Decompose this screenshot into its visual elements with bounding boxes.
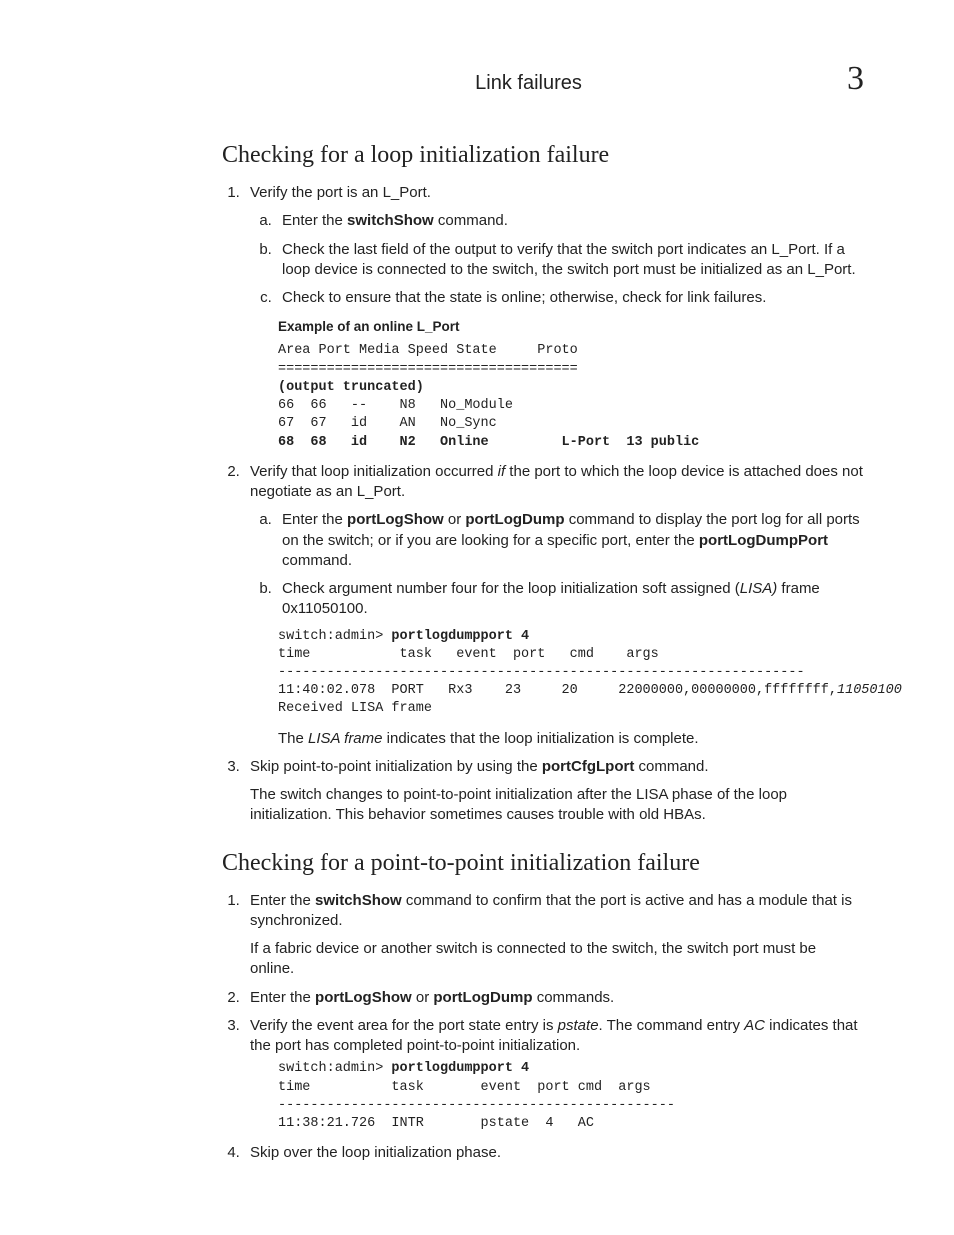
- t: LISA): [740, 580, 778, 597]
- cmd-switchshow: switchShow: [347, 212, 434, 229]
- p2p-step-2: Enter the portLogShow or portLogDump com…: [244, 988, 864, 1008]
- step-1-text: Verify the port is an L_Port.: [250, 184, 431, 201]
- cmd-portlogdump: portLogDump: [433, 989, 532, 1006]
- step-2b: Check argument number four for the loop …: [276, 579, 864, 620]
- t: Verify the event area for the port state…: [250, 1017, 558, 1034]
- chapter-number: 3: [847, 60, 864, 98]
- code-prompt: switch:admin>: [278, 1061, 391, 1076]
- page: Link failures 3 Checking for a loop init…: [0, 0, 954, 1232]
- t: Enter the: [282, 212, 347, 229]
- cmd-portcfglport: portCfgLport: [542, 758, 634, 775]
- code-line: 68 68 id N2 Online L-Port 13 public: [278, 435, 699, 450]
- step-1-sub: Enter the switchShow command. Check the …: [250, 211, 864, 308]
- step-1c: Check to ensure that the state is online…: [276, 288, 864, 308]
- t: LISA frame: [308, 730, 382, 747]
- t: or: [412, 989, 434, 1006]
- t: or: [444, 511, 466, 528]
- t: command.: [282, 552, 352, 569]
- p2p-step-3: Verify the event area for the port state…: [244, 1016, 864, 1133]
- code-cmd: portlogdumpport 4: [391, 1061, 529, 1076]
- code-line: =====================================: [278, 362, 578, 377]
- step-2-sub: Enter the portLogShow or portLogDump com…: [250, 510, 864, 619]
- t: Verify that loop initialization occurred: [250, 463, 498, 480]
- cmd-portlogshow: portLogShow: [347, 511, 444, 528]
- code-line: 11050100: [837, 683, 902, 698]
- t: indicates that the loop initialization i…: [383, 730, 699, 747]
- code-block-pstate: switch:admin> portlogdumpport 4 time tas…: [278, 1060, 864, 1133]
- cmd-portlogdumpport: portLogDumpPort: [699, 532, 828, 549]
- example-label: Example of an online L_Port: [278, 318, 864, 336]
- t: command.: [634, 758, 708, 775]
- code-line: time task event port cmd args: [278, 647, 659, 662]
- loop-steps: Verify the port is an L_Port. Enter the …: [222, 183, 864, 826]
- code-line: Area Port Media Speed State Proto: [278, 343, 578, 358]
- p2p-step-1: Enter the switchShow command to confirm …: [244, 891, 864, 980]
- t: The: [278, 730, 308, 747]
- step-1b: Check the last field of the output to ve…: [276, 240, 864, 281]
- code-line: 66 66 -- N8 No_Module: [278, 398, 513, 413]
- t: Enter the: [282, 511, 347, 528]
- code-block-lport: Area Port Media Speed State Proto ======…: [278, 342, 864, 451]
- code-line: (output truncated): [278, 380, 424, 395]
- code-line: ----------------------------------------…: [278, 1098, 675, 1113]
- step-3-note: The switch changes to point-to-point ini…: [250, 785, 864, 826]
- lisa-note: The LISA frame indicates that the loop i…: [278, 729, 864, 749]
- t: commands.: [533, 989, 615, 1006]
- code-cmd: portlogdumpport 4: [391, 629, 529, 644]
- step-2a: Enter the portLogShow or portLogDump com…: [276, 510, 864, 571]
- p2p-step-4: Skip over the loop initialization phase.: [244, 1143, 864, 1163]
- t: . The command entry: [599, 1017, 745, 1034]
- section-title-loop: Checking for a loop initialization failu…: [222, 142, 864, 169]
- code-line: 11:40:02.078 PORT Rx3 23 20 22000000,000…: [278, 683, 837, 698]
- t: Enter the: [250, 989, 315, 1006]
- p2p-step-1-note: If a fabric device or another switch is …: [250, 939, 864, 980]
- t: Enter the: [250, 892, 315, 909]
- content-area: Checking for a loop initialization failu…: [222, 142, 864, 1164]
- p2p-steps: Enter the switchShow command to confirm …: [222, 891, 864, 1164]
- step-2: Verify that loop initialization occurred…: [244, 462, 864, 749]
- t: Check argument number four for the loop …: [282, 580, 740, 597]
- code-line: 11:38:21.726 INTR pstate 4 AC: [278, 1116, 594, 1131]
- code-prompt: switch:admin>: [278, 629, 391, 644]
- page-header: Link failures 3: [90, 60, 864, 98]
- cmd-portlogdump: portLogDump: [465, 511, 564, 528]
- code-line: Received LISA frame: [278, 701, 432, 716]
- cmd-portlogshow: portLogShow: [315, 989, 412, 1006]
- t: command.: [434, 212, 508, 229]
- code-block-lisa: switch:admin> portlogdumpport 4 time tas…: [278, 628, 864, 719]
- t: pstate: [558, 1017, 599, 1034]
- code-line: ----------------------------------------…: [278, 665, 805, 680]
- section-title-p2p: Checking for a point-to-point initializa…: [222, 850, 864, 877]
- step-1: Verify the port is an L_Port. Enter the …: [244, 183, 864, 452]
- code-line: time task event port cmd args: [278, 1080, 651, 1095]
- t: Skip point-to-point initialization by us…: [250, 758, 542, 775]
- code-line: 67 67 id AN No_Sync: [278, 416, 497, 431]
- t: AC: [744, 1017, 765, 1034]
- step-1a: Enter the switchShow command.: [276, 211, 864, 231]
- cmd-switchshow: switchShow: [315, 892, 402, 909]
- step-3: Skip point-to-point initialization by us…: [244, 757, 864, 826]
- running-head: Link failures: [210, 72, 847, 95]
